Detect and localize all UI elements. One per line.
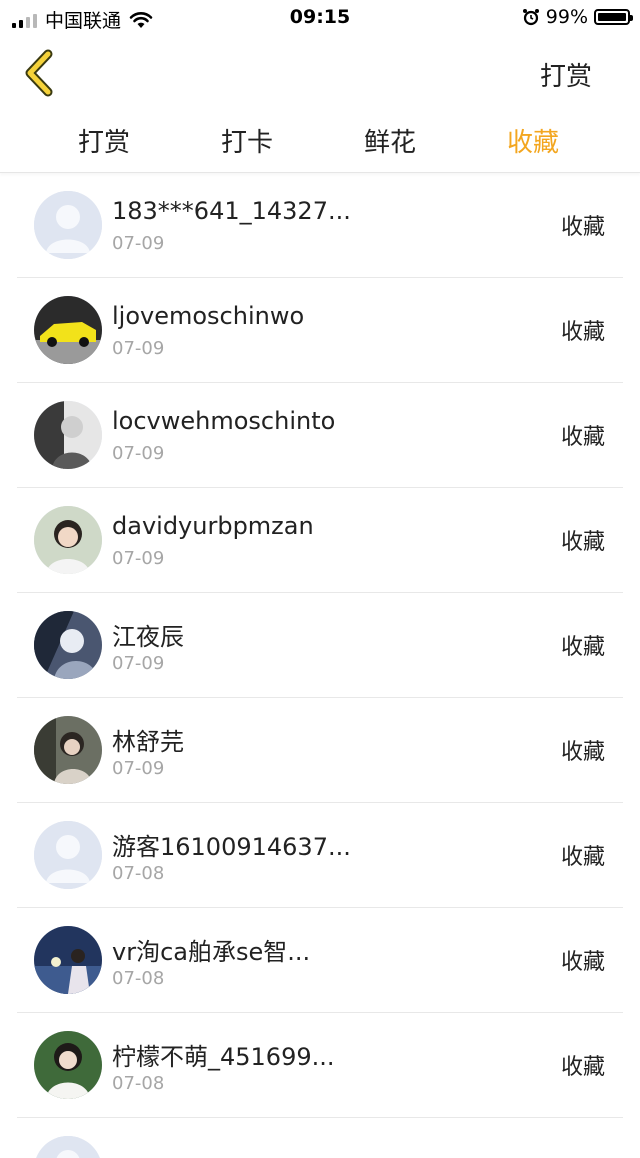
list-item[interactable]: 183***641_14327... 07-09 收藏 [17,173,623,278]
favorite-label[interactable]: 收藏 [561,839,605,871]
avatar [34,716,102,784]
favorites-list: 183***641_14327... 07-09 收藏 ljovemoschin… [0,173,640,1158]
favorite-date: 07-09 [112,338,165,359]
avatar [34,1031,102,1099]
user-name: 183***641_14327... [112,197,351,225]
list-item[interactable]: vr洵ca舶承se智... 07-08 收藏 [17,908,623,1013]
girl-photo-avatar [34,506,102,574]
bw-portrait-avatar [34,401,102,469]
favorite-date: 07-09 [112,758,165,779]
reward-button[interactable]: 打赏 [540,56,592,93]
favorite-label[interactable]: 收藏 [561,629,605,661]
favorite-label[interactable]: 收藏 [561,314,605,346]
user-name: ljovemoschinwo [112,302,305,330]
list-item[interactable]: davidyurbpmzan 07-09 收藏 [17,488,623,593]
favorite-date: 07-09 [112,233,165,254]
girl-photo-dark-avatar [34,716,102,784]
favorite-label[interactable]: 收藏 [561,419,605,451]
user-name: vr洵ca舶承se智... [112,938,311,966]
avatar [34,506,102,574]
favorite-label[interactable]: 收藏 [561,1049,605,1081]
tab-bar: 打赏 打卡 鲜花 收藏 [0,108,640,173]
list-item[interactable]: 林舒芫 07-09 收藏 [17,698,623,803]
user-name: 游客16100914637... [112,833,351,861]
tab-flowers[interactable]: 鲜花 [335,122,445,159]
avatar [34,611,102,679]
user-name: 江夜辰 [112,623,184,651]
car-photo-avatar [34,296,102,364]
avatar [34,401,102,469]
avatar [34,821,102,889]
battery-icon [594,9,633,25]
avatar [34,1136,102,1158]
favorite-date: 07-09 [112,443,165,464]
user-name: 林舒芫 [112,728,184,756]
battery-percent: 99% [545,6,588,28]
default-avatar-icon [34,821,102,889]
user-name: 柠檬不萌_451699... [112,1043,335,1071]
favorite-label[interactable]: 收藏 [561,524,605,556]
nav-bar: 打赏 [0,36,640,108]
favorite-date: 07-09 [112,548,165,569]
alarm-icon [522,9,539,26]
default-avatar-icon [34,1136,102,1158]
default-avatar-icon [34,191,102,259]
tab-favorites[interactable]: 收藏 [478,122,588,159]
tab-reward[interactable]: 打赏 [49,122,159,159]
back-button[interactable] [20,48,64,98]
avatar [34,926,102,994]
list-item[interactable]: ljovemoschinwo 07-09 收藏 [17,278,623,383]
favorite-date: 07-09 [112,653,165,674]
favorite-date: 07-08 [112,968,165,989]
avatar [34,296,102,364]
status-right: 99% [522,6,633,28]
favorite-label[interactable]: 收藏 [561,734,605,766]
favorite-date: 07-08 [112,1073,165,1094]
user-name: davidyurbpmzan [112,512,314,540]
status-bar: 中国联通 09:15 99% [0,0,640,36]
favorite-label[interactable]: 收藏 [561,209,605,241]
list-item[interactable]: 江夜辰 07-09 收藏 [17,593,623,698]
list-item[interactable]: 柠檬不萌_451699... 07-08 收藏 [17,1013,623,1118]
chevron-left-icon [25,49,53,97]
anime-portrait-avatar [34,611,102,679]
list-item[interactable]: 游客16100914637... 07-08 收藏 [17,803,623,908]
list-item[interactable]: locvwehmoschinto 07-09 收藏 [17,383,623,488]
list-item[interactable] [17,1118,623,1158]
avatar [34,191,102,259]
user-name: locvwehmoschinto [112,407,336,435]
girl-photo-green-avatar [34,1031,102,1099]
night-photo-avatar [34,926,102,994]
favorite-date: 07-08 [112,863,165,884]
favorite-label[interactable]: 收藏 [561,944,605,976]
battery-level [598,13,626,21]
tab-checkin[interactable]: 打卡 [192,122,302,159]
